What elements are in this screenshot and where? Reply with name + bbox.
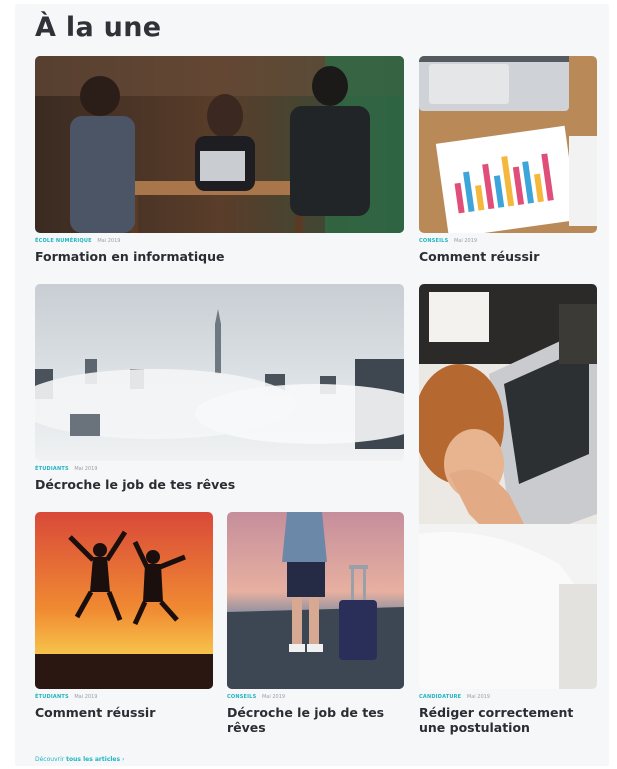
article-category: ÉTUDIANTS <box>35 466 69 472</box>
article-image-analytics[interactable] <box>419 56 597 233</box>
article-meta: CONSEILS Mai 2019 <box>227 694 285 700</box>
article-title[interactable]: Comment réussir <box>419 249 597 264</box>
article-meta: CONSEILS Mai 2019 <box>419 238 477 244</box>
analytics-photo-image <box>419 56 597 233</box>
article-category: ÉCOLE NUMÉRIQUE <box>35 238 92 244</box>
article-image-cafe[interactable] <box>35 56 404 233</box>
discover-link-prefix: Découvrir <box>35 756 65 763</box>
article-date: Mai 2019 <box>466 694 490 700</box>
article-title[interactable]: Formation en informatique <box>35 249 404 264</box>
article-date: Mai 2019 <box>97 238 121 244</box>
article-title[interactable]: Comment réussir <box>35 705 213 720</box>
cafe-photo-image <box>35 56 404 233</box>
article-category: CONSEILS <box>227 694 257 700</box>
article-category: CONSEILS <box>419 238 449 244</box>
featured-section: À la une ÉCOLE NUMÉRIQUE Mai 2019 Format… <box>15 4 609 766</box>
article-meta: ÉTUDIANTS Mai 2019 <box>35 694 97 700</box>
city-clouds-photo-image <box>35 284 404 461</box>
discover-link-text: tous les articles <box>66 756 121 763</box>
article-title[interactable]: Rédiger correctement une postulation <box>419 705 601 735</box>
article-title[interactable]: Décroche le job de tes rêves <box>35 477 404 492</box>
article-date: Mai 2019 <box>74 466 98 472</box>
article-image-jump[interactable] <box>35 512 213 689</box>
article-category: CANDIDATURE <box>419 694 462 700</box>
article-image-city[interactable] <box>35 284 404 461</box>
article-category: ÉTUDIANTS <box>35 694 69 700</box>
article-image-suitcase[interactable] <box>227 512 404 689</box>
discover-all-articles-link[interactable]: Découvrir tous les articles › <box>35 756 124 763</box>
article-date: Mai 2019 <box>74 694 98 700</box>
article-title[interactable]: Décroche le job de tes rêves <box>227 705 397 735</box>
section-title: À la une <box>35 12 162 43</box>
jumping-sunset-photo-image <box>35 512 213 689</box>
article-meta: CANDIDATURE Mai 2019 <box>419 694 490 700</box>
article-date: Mai 2019 <box>261 694 286 700</box>
suitcase-road-photo-image <box>227 512 404 689</box>
stressed-laptop-photo-image <box>419 284 597 689</box>
article-image-laptop[interactable] <box>419 284 597 689</box>
article-meta: ÉTUDIANTS Mai 2019 <box>35 466 97 472</box>
article-date: Mai 2019 <box>453 238 478 244</box>
article-meta: ÉCOLE NUMÉRIQUE Mai 2019 <box>35 238 120 244</box>
chevron-right-icon: › <box>122 756 125 763</box>
